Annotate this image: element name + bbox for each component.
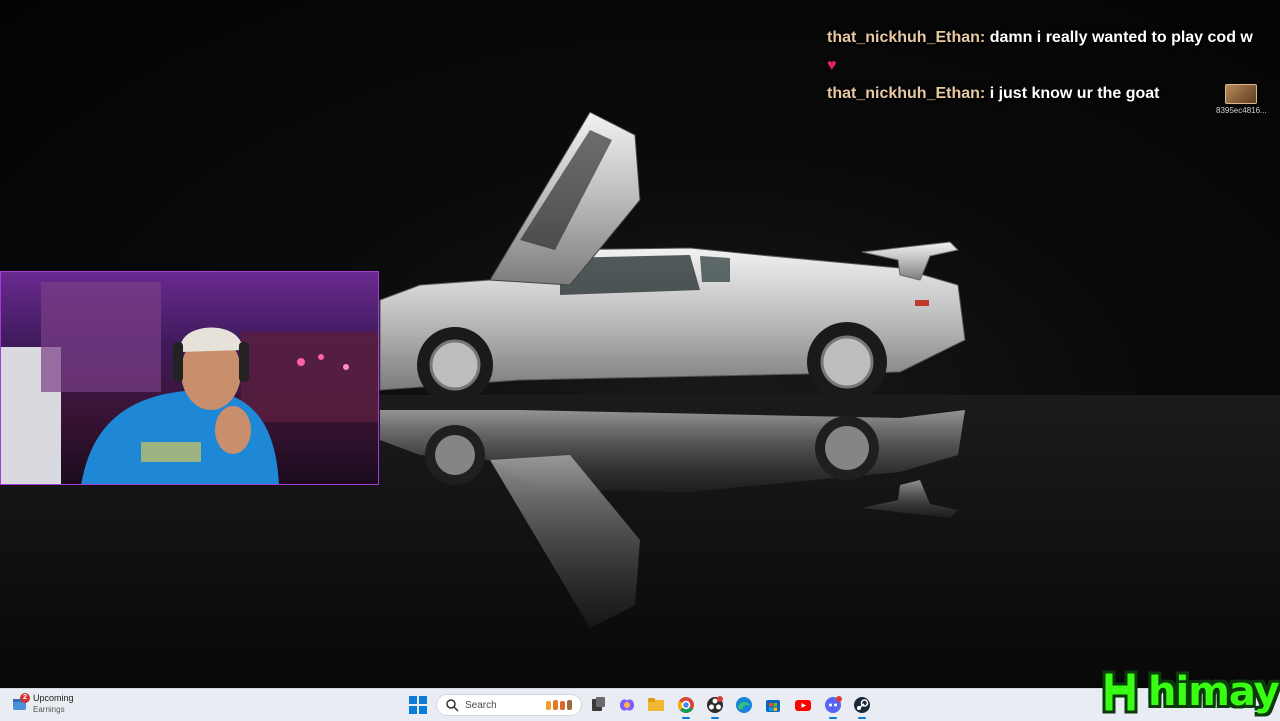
- chat-username: that_nickhuh_Ethan:: [827, 85, 986, 102]
- active-indicator: [829, 717, 837, 719]
- webcam-feed: [0, 271, 379, 485]
- widget-title: Upcoming: [33, 693, 74, 703]
- search-placeholder: Search: [465, 699, 497, 711]
- image-thumbnail-icon: [1225, 84, 1257, 104]
- heart-emote-icon: ♥: [827, 57, 837, 74]
- search-highlight-icon: [546, 700, 572, 710]
- chat-message: that_nickhuh_Ethan: damn i really wanted…: [827, 26, 1280, 50]
- active-indicator: [682, 717, 690, 719]
- himay-wordmark: himay: [1148, 669, 1280, 715]
- chat-text: damn i really wanted to play cod w: [989, 29, 1253, 46]
- start-button[interactable]: [409, 696, 427, 714]
- chat-username: that_nickhuh_Ethan:: [827, 29, 986, 46]
- desktop-wallpaper: that_nickhuh_Ethan: damn i really wanted…: [0, 0, 1280, 688]
- car: [379, 111, 966, 403]
- taskbar-search[interactable]: Search: [436, 694, 582, 716]
- himay-logo-icon: [1102, 670, 1138, 714]
- microsoft-store-icon[interactable]: [763, 695, 783, 715]
- himay-logo: himay: [1100, 666, 1280, 718]
- active-indicator: [858, 717, 866, 719]
- active-indicator: [711, 717, 719, 719]
- chat-text: i just know ur the goat: [989, 85, 1160, 102]
- chrome-icon[interactable]: [676, 695, 696, 715]
- copilot-icon[interactable]: [617, 695, 637, 715]
- steam-icon[interactable]: [852, 695, 872, 715]
- file-name: 8395ec4816...: [1216, 106, 1267, 115]
- obs-icon[interactable]: [705, 695, 725, 715]
- widget-subtitle: Earnings: [33, 705, 65, 714]
- chat-overlay: that_nickhuh_Ethan: damn i really wanted…: [827, 26, 1280, 106]
- search-icon: [446, 699, 459, 712]
- earnings-widget[interactable]: 2 Upcoming Earnings: [12, 693, 74, 715]
- calendar-icon: 2: [12, 693, 30, 712]
- taskbar: 2 Upcoming Earnings Search: [0, 688, 1280, 721]
- file-explorer-icon[interactable]: [646, 695, 666, 715]
- chat-message: that_nickhuh_Ethan: i just know ur the g…: [827, 82, 1280, 106]
- notification-badge: 2: [20, 693, 30, 703]
- streamer-figure: [1, 282, 378, 484]
- discord-icon[interactable]: [823, 695, 843, 715]
- youtube-icon[interactable]: [793, 695, 813, 715]
- desktop-file-icon[interactable]: 8395ec4816...: [1216, 84, 1267, 115]
- task-view-icon[interactable]: [588, 695, 608, 715]
- edge-icon[interactable]: [734, 695, 754, 715]
